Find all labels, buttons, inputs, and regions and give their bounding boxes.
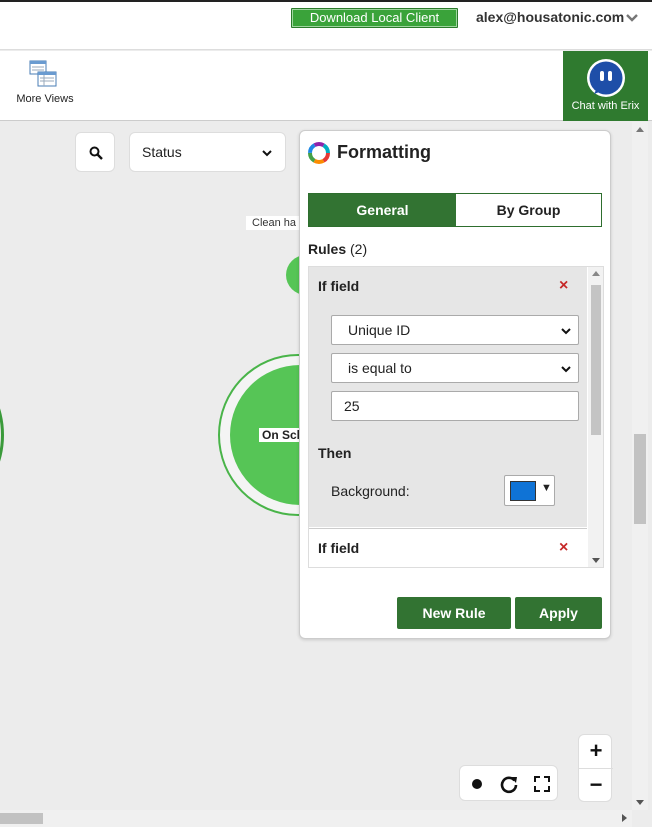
view-controls — [459, 765, 558, 801]
more-views-button[interactable]: More Views — [12, 59, 78, 105]
search-button[interactable] — [75, 132, 115, 172]
node-label-small: Clean ha — [246, 216, 303, 230]
scroll-up-arrow[interactable] — [636, 127, 644, 132]
background-color-picker[interactable]: ▼ — [504, 475, 555, 506]
search-icon — [89, 146, 103, 160]
rule-if-label: If field — [318, 278, 360, 294]
background-label: Background: — [331, 483, 410, 499]
zoom-controls: + − — [578, 734, 613, 803]
rule-field-value: Unique ID — [348, 322, 411, 338]
new-rule-button[interactable]: New Rule — [397, 597, 511, 629]
apply-button[interactable]: Apply — [515, 597, 602, 629]
zoom-in-button[interactable]: + — [579, 735, 613, 769]
rule-card: If field × Unique ID is equal to 25 Then… — [309, 267, 587, 527]
scroll-thumb[interactable] — [591, 285, 601, 435]
scroll-down-arrow[interactable] — [592, 558, 600, 563]
chevron-down-icon — [262, 150, 272, 157]
top-header: Download Local Client alex@housatonic.co… — [0, 0, 652, 50]
tab-general[interactable]: General — [309, 194, 456, 226]
rules-scrollbar[interactable] — [588, 267, 603, 567]
scroll-right-arrow[interactable] — [622, 814, 627, 822]
delete-rule-button[interactable]: × — [559, 539, 568, 557]
status-select[interactable]: Status — [129, 132, 286, 172]
formatting-tabs: General By Group — [308, 193, 602, 227]
rule-operator-value: is equal to — [348, 360, 412, 376]
toolbar: More Views Chat with Erix — [0, 51, 652, 121]
caret-down-icon: ▼ — [541, 482, 552, 494]
rule-value-input[interactable]: 25 — [331, 391, 579, 421]
chat-label: Chat with Erix — [571, 100, 640, 112]
rules-count: (2) — [350, 241, 368, 257]
more-views-label: More Views — [16, 93, 74, 105]
delete-rule-button[interactable]: × — [559, 277, 568, 295]
rule-if-label: If field — [318, 540, 360, 556]
color-swatch — [510, 481, 536, 501]
chevron-down-icon — [561, 366, 571, 373]
zoom-out-button[interactable]: − — [579, 769, 613, 803]
formatting-logo-icon — [308, 142, 330, 164]
panel-title: Formatting — [337, 142, 431, 162]
chevron-down-icon — [561, 328, 571, 335]
page-vertical-scrollbar[interactable] — [632, 122, 648, 810]
fullscreen-icon[interactable] — [532, 774, 552, 794]
tab-by-group[interactable]: By Group — [456, 194, 601, 226]
chat-bubble-icon — [586, 59, 625, 97]
scroll-thumb[interactable] — [634, 434, 646, 524]
user-email[interactable]: alex@housatonic.com — [476, 9, 624, 25]
rules-heading-label: Rules — [308, 241, 347, 257]
scroll-up-arrow[interactable] — [592, 271, 600, 276]
rules-list: If field × Unique ID is equal to 25 Then… — [308, 266, 604, 568]
scroll-thumb[interactable] — [0, 813, 43, 824]
more-views-icon — [29, 60, 57, 87]
refresh-icon[interactable] — [499, 774, 519, 794]
status-select-value: Status — [142, 144, 182, 160]
formatting-panel: Formatting General By Group Rules (2) If… — [299, 130, 611, 639]
rule-then-label: Then — [318, 445, 352, 461]
chat-with-erix-button[interactable]: Chat with Erix — [563, 51, 648, 121]
rule-card: If field × — [309, 528, 587, 567]
chevron-down-icon[interactable] — [624, 10, 640, 26]
rules-heading: Rules (2) — [308, 241, 367, 257]
download-local-client-button[interactable]: Download Local Client — [291, 8, 458, 28]
node-circle-left[interactable] — [0, 380, 4, 490]
rule-operator-select[interactable]: is equal to — [331, 353, 579, 383]
page-horizontal-scrollbar[interactable] — [0, 810, 632, 827]
center-dot-icon[interactable] — [467, 774, 487, 794]
rule-field-select[interactable]: Unique ID — [331, 315, 579, 345]
scroll-down-arrow[interactable] — [636, 800, 644, 805]
